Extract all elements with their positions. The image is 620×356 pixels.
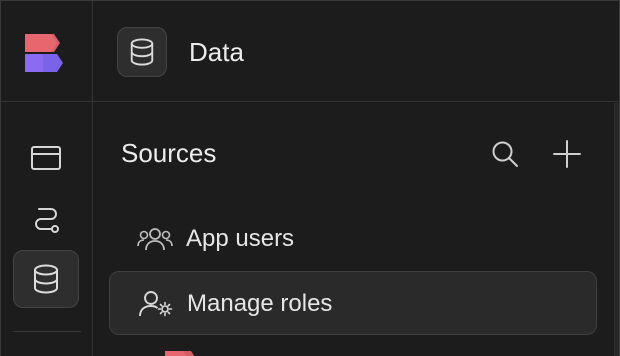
source-item-label: App users <box>186 225 295 252</box>
users-group-icon <box>137 228 173 251</box>
add-source-button[interactable] <box>549 136 585 172</box>
database-icon <box>130 38 154 66</box>
plus-icon <box>553 140 581 168</box>
partial-source-icon <box>165 351 195 356</box>
app-window: Data Sources App users Manage roles <box>0 0 620 356</box>
panel-scrollbar[interactable] <box>614 103 619 356</box>
database-icon <box>34 264 58 294</box>
app-logo[interactable] <box>23 32 67 74</box>
rail-divider <box>13 331 81 332</box>
header-icon-box <box>117 27 167 77</box>
search-icon <box>492 141 518 167</box>
source-item-manage-roles[interactable]: Manage roles <box>109 271 597 335</box>
user-settings-icon <box>139 291 173 317</box>
sources-heading: Sources <box>121 138 217 168</box>
rail-data-button[interactable] <box>13 250 79 308</box>
data-panel: Data Sources App users Manage roles <box>93 1 619 356</box>
panel-header: Data <box>93 1 619 102</box>
rail-automations-button[interactable] <box>13 191 79 249</box>
search-sources-button[interactable] <box>487 136 523 172</box>
route-icon <box>35 208 59 233</box>
window-icon <box>31 146 61 170</box>
page-title: Data <box>189 37 244 67</box>
source-item-app-users[interactable]: App users <box>109 207 597 271</box>
brand-logo-area <box>1 1 93 102</box>
rail-pages-button[interactable] <box>13 129 79 187</box>
side-rail <box>1 1 93 356</box>
source-item-label: Manage roles <box>187 290 333 317</box>
